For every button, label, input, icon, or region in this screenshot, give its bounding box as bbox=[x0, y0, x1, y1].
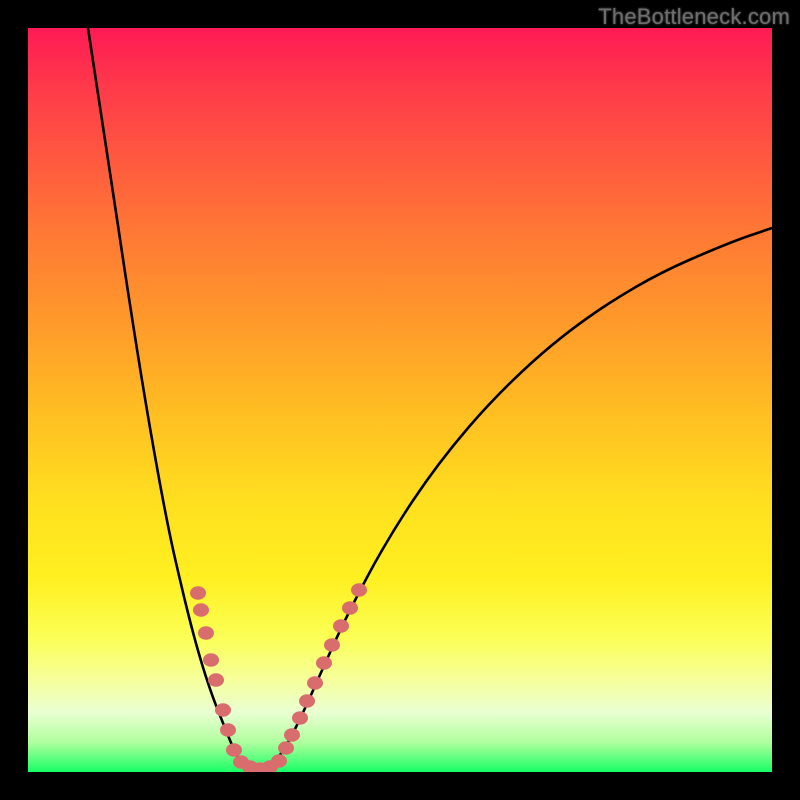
highlight-dot bbox=[226, 743, 242, 757]
chart-frame bbox=[28, 28, 772, 772]
highlight-dot bbox=[198, 626, 214, 640]
highlight-dot bbox=[333, 619, 349, 633]
highlight-dot bbox=[324, 638, 340, 652]
highlight-dot bbox=[278, 741, 294, 755]
highlight-dot bbox=[203, 653, 219, 667]
highlight-dot bbox=[284, 728, 300, 742]
bottleneck-curve bbox=[28, 28, 772, 772]
highlight-dot bbox=[307, 676, 323, 690]
highlight-dot bbox=[299, 694, 315, 708]
highlight-dot bbox=[220, 723, 236, 737]
highlight-dot bbox=[316, 656, 332, 670]
highlight-dot bbox=[215, 703, 231, 717]
highlight-dot bbox=[193, 603, 209, 617]
highlight-dot bbox=[292, 711, 308, 725]
curve-path bbox=[88, 28, 772, 769]
highlight-dot bbox=[342, 601, 358, 615]
highlight-dots-group bbox=[190, 583, 367, 772]
highlight-dot bbox=[271, 754, 287, 768]
highlight-dot bbox=[208, 673, 224, 687]
watermark-text: TheBottleneck.com bbox=[598, 4, 790, 30]
highlight-dot bbox=[190, 586, 206, 600]
highlight-dot bbox=[351, 583, 367, 597]
